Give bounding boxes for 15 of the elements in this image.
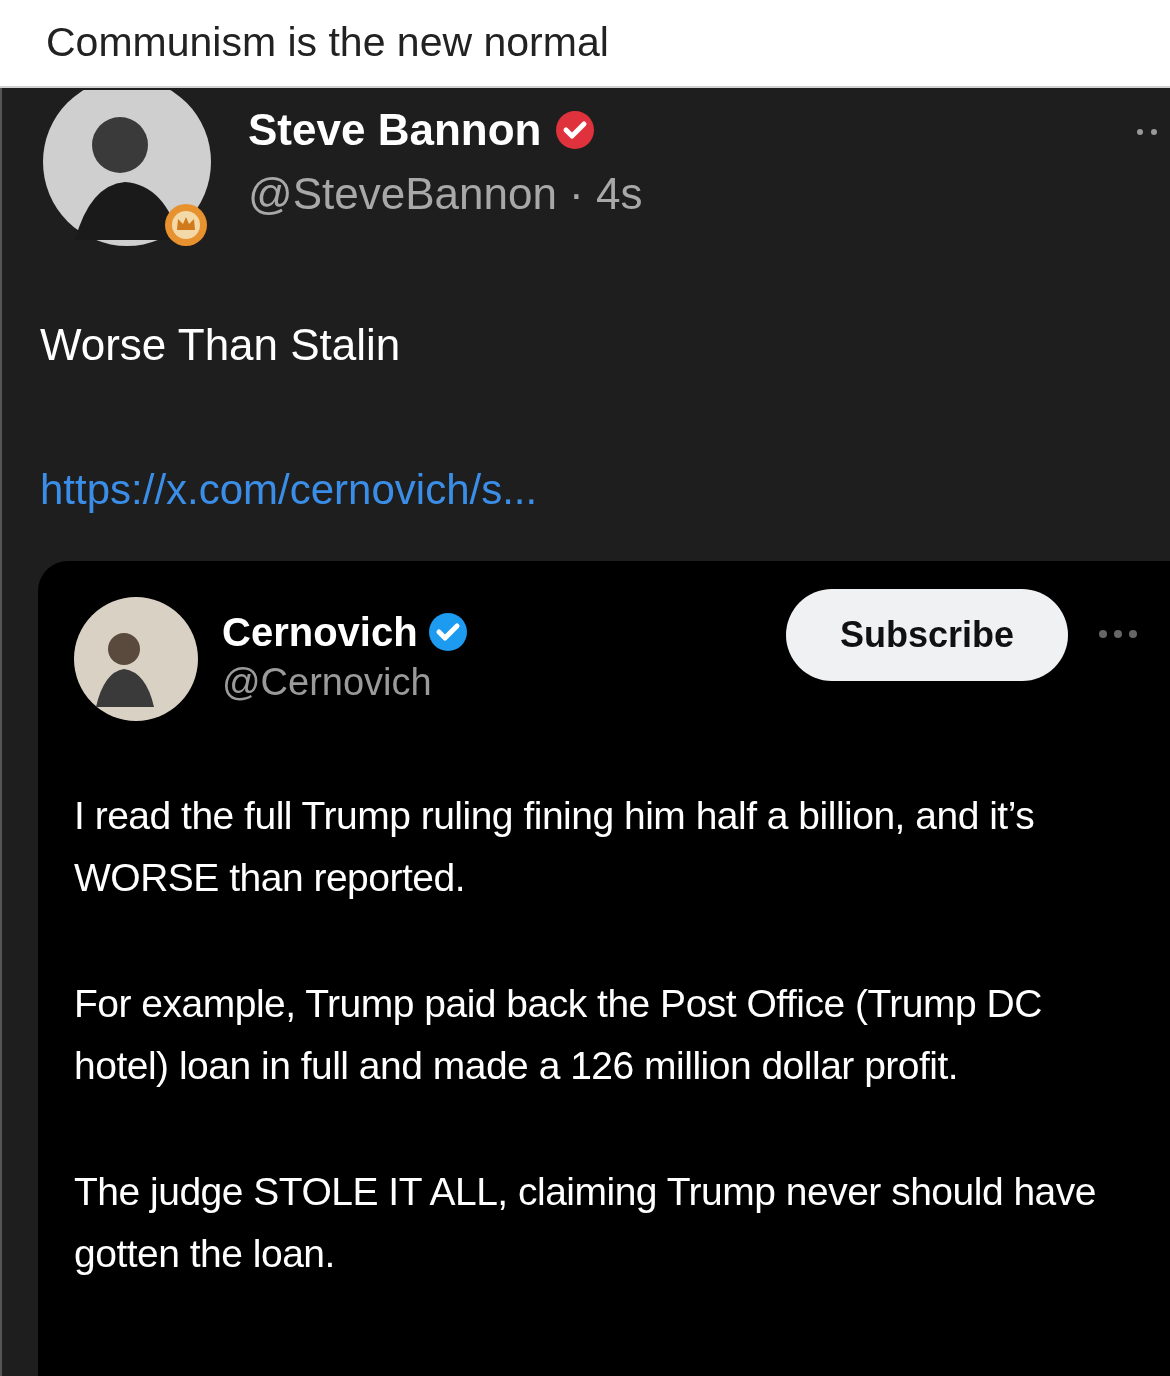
quoted-author-name[interactable]: Cernovich	[222, 607, 418, 657]
author-name[interactable]: Steve Bannon	[248, 102, 542, 158]
quoted-post-paragraph: I read the full Trump ruling fining him half a billion, and it’s WORSE than reported.	[74, 793, 1036, 901]
more-icon[interactable]	[1136, 128, 1158, 136]
post-link[interactable]: https://x.com/cernovich/s...	[40, 466, 538, 513]
post-text: Worse Than Stalin	[40, 320, 401, 369]
quoted-post-paragraph: For example, Trump paid back the Post Office (Trump DC hotel) loan in full and made a 126 million dollar profit.	[74, 981, 1043, 1089]
quoted-post-paragraph: The judge STOLE IT ALL, claiming Trump never should have gotten the loan.	[74, 1169, 1097, 1277]
avatar-icon	[74, 597, 198, 721]
subscribe-button[interactable]: Subscribe	[786, 589, 1068, 681]
crown-badge-icon	[164, 203, 208, 247]
post-caption: Communism is the new normal	[46, 18, 609, 68]
author-handle: @SteveBannon · 4s	[248, 168, 643, 220]
quoted-author-handle: @Cernovich	[222, 660, 433, 705]
more-icon[interactable]	[1098, 629, 1138, 639]
